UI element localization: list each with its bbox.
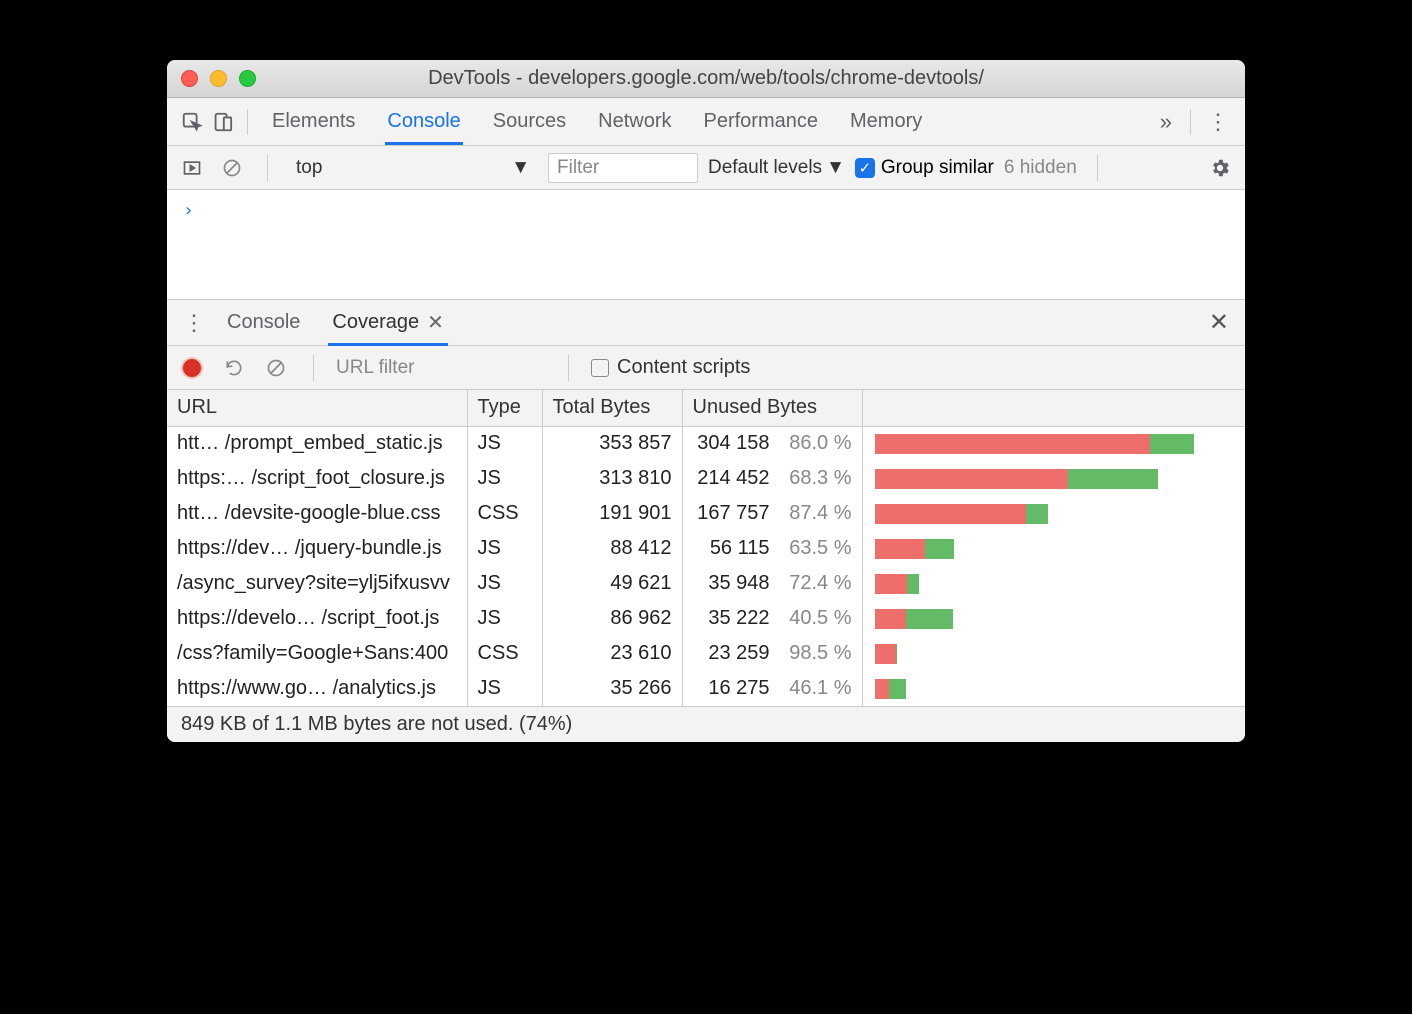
column-header[interactable]: URL — [167, 390, 467, 426]
content-scripts-checkbox[interactable]: Content scripts — [591, 356, 750, 379]
cell-usage-bar — [862, 496, 1245, 531]
cell-type: JS — [467, 531, 542, 566]
dropdown-icon: ▼ — [826, 157, 845, 179]
cell-usage-bar — [862, 636, 1245, 671]
clear-console-icon[interactable] — [217, 153, 247, 183]
cell-url: https://dev… /jquery-bundle.js — [167, 531, 467, 566]
hidden-messages-count[interactable]: 6 hidden — [1004, 157, 1077, 179]
clear-coverage-icon[interactable] — [261, 353, 291, 383]
cell-unused-bytes: 35 94872.4 % — [682, 566, 862, 601]
cell-unused-bytes: 16 27546.1 % — [682, 671, 862, 706]
cell-unused-bytes: 56 11563.5 % — [682, 531, 862, 566]
cell-usage-bar — [862, 531, 1245, 566]
window-title: DevTools - developers.google.com/web/too… — [167, 67, 1245, 90]
titlebar: DevTools - developers.google.com/web/too… — [167, 60, 1245, 98]
cell-type: JS — [467, 601, 542, 636]
tab-elements[interactable]: Elements — [270, 98, 357, 145]
cell-total-bytes: 88 412 — [542, 531, 682, 566]
tab-network[interactable]: Network — [596, 98, 673, 145]
close-drawer-icon[interactable]: ✕ — [1203, 308, 1235, 337]
cell-total-bytes: 353 857 — [542, 426, 682, 461]
drawer-tabstrip: ⋮ Console Coverage✕ ✕ — [167, 300, 1245, 346]
column-header[interactable]: Unused Bytes — [682, 390, 862, 426]
cell-unused-bytes: 304 15886.0 % — [682, 426, 862, 461]
cell-unused-bytes: 167 75787.4 % — [682, 496, 862, 531]
cell-total-bytes: 35 266 — [542, 671, 682, 706]
table-row[interactable]: https://www.go… /analytics.jsJS35 26616 … — [167, 671, 1245, 706]
cell-usage-bar — [862, 426, 1245, 461]
cell-total-bytes: 49 621 — [542, 566, 682, 601]
cell-url: /css?family=Google+Sans:400 — [167, 636, 467, 671]
table-row[interactable]: https:… /script_foot_closure.jsJS313 810… — [167, 461, 1245, 496]
drawer-tab-console[interactable]: Console — [223, 299, 304, 346]
more-tabs-icon[interactable]: » — [1152, 109, 1180, 135]
record-button[interactable] — [177, 353, 207, 383]
device-toolbar-icon[interactable] — [207, 107, 237, 137]
cell-url: htt… /prompt_embed_static.js — [167, 426, 467, 461]
log-levels-selector[interactable]: Default levels ▼ — [708, 157, 845, 179]
console-prompt-icon: › — [183, 200, 194, 221]
table-row[interactable]: /async_survey?site=ylj5ifxusvvJS49 62135… — [167, 566, 1245, 601]
context-value: top — [296, 157, 322, 179]
cell-type: CSS — [467, 496, 542, 531]
devtools-menu-icon[interactable]: ⋮ — [1201, 109, 1235, 135]
reload-icon[interactable] — [219, 353, 249, 383]
main-tabstrip: Elements Console Sources Network Performance… — [167, 98, 1245, 146]
coverage-toolbar: URL filter Content scripts — [167, 346, 1245, 390]
cell-type: JS — [467, 461, 542, 496]
checkbox-checked-icon: ✓ — [855, 158, 875, 178]
cell-type: JS — [467, 426, 542, 461]
cell-usage-bar — [862, 461, 1245, 496]
cell-unused-bytes: 23 25998.5 % — [682, 636, 862, 671]
close-tab-icon[interactable]: ✕ — [427, 310, 444, 335]
context-selector[interactable]: top ▼ — [288, 153, 538, 183]
table-row[interactable]: htt… /prompt_embed_static.jsJS353 857304… — [167, 426, 1245, 461]
cell-usage-bar — [862, 566, 1245, 601]
table-row[interactable]: /css?family=Google+Sans:400CSS23 61023 2… — [167, 636, 1245, 671]
drawer-tab-coverage[interactable]: Coverage✕ — [328, 299, 447, 346]
cell-url: htt… /devsite-google-blue.css — [167, 496, 467, 531]
cell-unused-bytes: 214 45268.3 % — [682, 461, 862, 496]
cell-usage-bar — [862, 671, 1245, 706]
tab-sources[interactable]: Sources — [491, 98, 568, 145]
table-row[interactable]: htt… /devsite-google-blue.cssCSS191 9011… — [167, 496, 1245, 531]
console-settings-icon[interactable] — [1205, 153, 1235, 183]
console-filter-input[interactable]: Filter — [548, 153, 698, 183]
table-row[interactable]: https://dev… /jquery-bundle.jsJS88 41256… — [167, 531, 1245, 566]
cell-usage-bar — [862, 601, 1245, 636]
cell-url: https:… /script_foot_closure.js — [167, 461, 467, 496]
inspect-element-icon[interactable] — [177, 107, 207, 137]
cell-url: /async_survey?site=ylj5ifxusvv — [167, 566, 467, 601]
tab-console[interactable]: Console — [385, 98, 462, 145]
drawer-menu-icon[interactable]: ⋮ — [177, 310, 211, 336]
group-similar-checkbox[interactable]: ✓ Group similar — [855, 157, 994, 179]
table-row[interactable]: https://develo… /script_foot.jsJS86 9623… — [167, 601, 1245, 636]
cell-type: CSS — [467, 636, 542, 671]
checkbox-unchecked-icon — [591, 359, 609, 377]
cell-total-bytes: 313 810 — [542, 461, 682, 496]
column-header[interactable]: Type — [467, 390, 542, 426]
cell-total-bytes: 23 610 — [542, 636, 682, 671]
console-toolbar: top ▼ Filter Default levels ▼ ✓ Group si… — [167, 146, 1245, 190]
column-header[interactable] — [862, 390, 1245, 426]
console-output[interactable]: › — [167, 190, 1245, 300]
record-icon — [183, 359, 201, 377]
cell-url: https://develo… /script_foot.js — [167, 601, 467, 636]
coverage-url-filter-input[interactable]: URL filter — [336, 357, 546, 379]
execute-icon[interactable] — [177, 153, 207, 183]
cell-unused-bytes: 35 22240.5 % — [682, 601, 862, 636]
tab-performance[interactable]: Performance — [702, 98, 821, 145]
coverage-status: 849 KB of 1.1 MB bytes are not used. (74… — [167, 706, 1245, 742]
cell-url: https://www.go… /analytics.js — [167, 671, 467, 706]
cell-type: JS — [467, 671, 542, 706]
cell-total-bytes: 86 962 — [542, 601, 682, 636]
dropdown-icon: ▼ — [511, 157, 530, 179]
tab-memory[interactable]: Memory — [848, 98, 924, 145]
devtools-window: DevTools - developers.google.com/web/too… — [167, 60, 1245, 742]
column-header[interactable]: Total Bytes — [542, 390, 682, 426]
coverage-table: URLTypeTotal BytesUnused Bytes htt… /pro… — [167, 390, 1245, 706]
cell-total-bytes: 191 901 — [542, 496, 682, 531]
cell-type: JS — [467, 566, 542, 601]
